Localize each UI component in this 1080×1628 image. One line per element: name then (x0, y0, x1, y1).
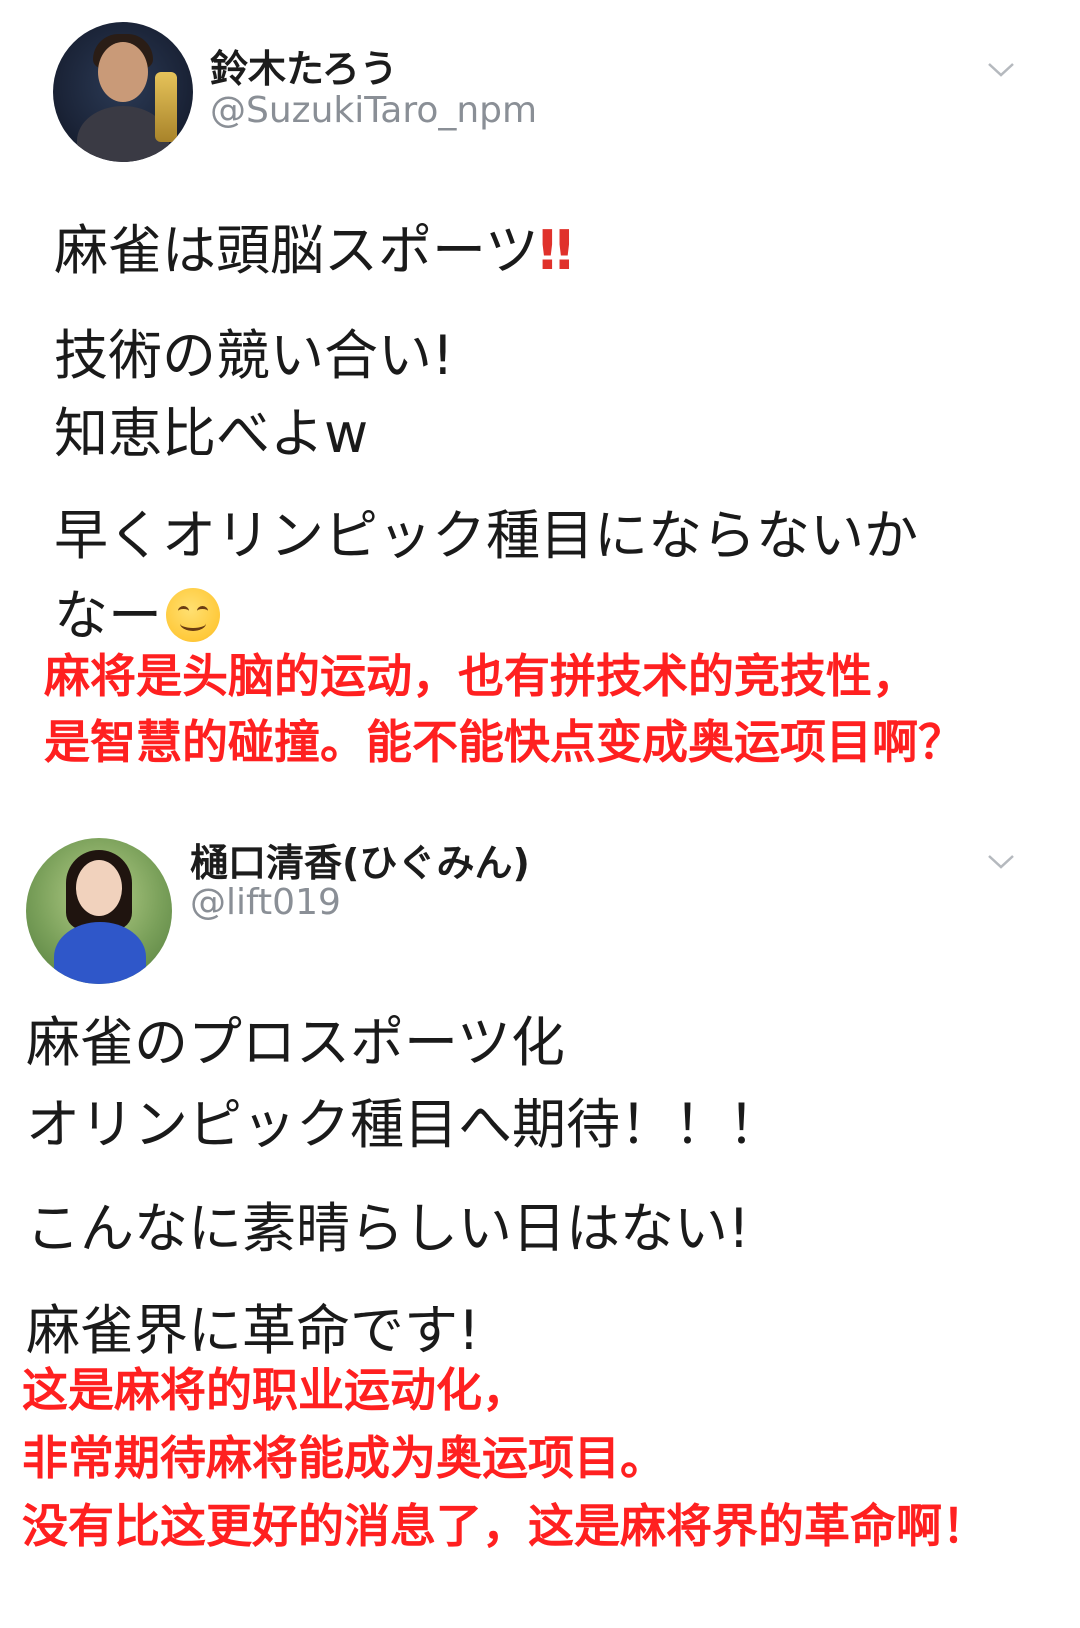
avatar[interactable] (53, 22, 193, 162)
tweet-text-line: オリンピック種目へ期待！！！ (26, 1093, 782, 1156)
translation-line: 这是麻将的职业运动化， (22, 1363, 528, 1417)
translation-line: 是智慧的碰撞。能不能快点变成奥运项目啊？ (44, 715, 964, 769)
display-name[interactable]: 樋口清香(ひぐみん) (190, 832, 530, 887)
double-exclamation-icon: ‼ (538, 219, 573, 282)
avatar-face (98, 42, 148, 102)
tweet-text-line: 知恵比べよw (54, 402, 369, 465)
avatar-face (76, 860, 122, 916)
tweet-text: なー (54, 584, 162, 647)
chevron-down-icon[interactable] (986, 852, 1016, 872)
tweet-text-line: 麻雀のプロスポーツ化 (26, 1011, 565, 1074)
tweet: 樋口清香(ひぐみん) @lift019 麻雀のプロスポーツ化 オリンピック種目へ… (0, 820, 1080, 1628)
user-handle[interactable]: @lift019 (190, 882, 341, 923)
display-name[interactable]: 鈴木たろう (210, 38, 398, 93)
avatar-body (54, 922, 146, 984)
translation-line: 非常期待麻将能成为奥运项目。 (22, 1431, 666, 1485)
tweet-text-line: 早くオリンピック種目にならないか (54, 504, 918, 567)
tweet: 鈴木たろう @SuzukiTaro_npm 麻雀は頭脳スポーツ‼ 技術の競い合い… (0, 0, 1080, 820)
tweet-text-line: こんなに素晴らしい日はない! (26, 1197, 750, 1260)
translation-line: 没有比这更好的消息了，这是麻将界的革命啊！ (22, 1499, 988, 1553)
translation-line: 麻将是头脑的运动，也有拼技术的竞技性， (44, 649, 918, 703)
avatar[interactable] (26, 838, 172, 984)
tweet-text-line: 技術の競い合い! (54, 324, 454, 387)
tweet-text-line: 麻雀界に革命です! (26, 1299, 480, 1362)
tweet-text: 麻雀は頭脳スポーツ (54, 219, 539, 282)
tweet-text-line: 麻雀は頭脳スポーツ‼ (54, 220, 573, 282)
smiling-face-icon (166, 588, 220, 642)
user-handle[interactable]: @SuzukiTaro_npm (210, 90, 537, 131)
trophy-icon (155, 72, 177, 142)
tweet-text-line: なー (54, 585, 220, 647)
chevron-down-icon[interactable] (986, 60, 1016, 80)
screenshot-frame: 鈴木たろう @SuzukiTaro_npm 麻雀は頭脳スポーツ‼ 技術の競い合い… (0, 0, 1080, 1628)
